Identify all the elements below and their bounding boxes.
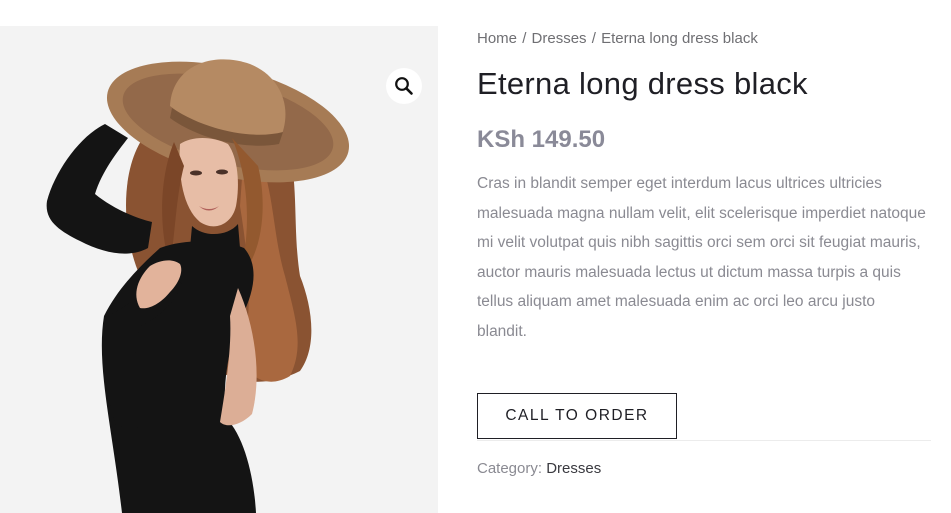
breadcrumb: Home / Dresses / Eterna long dress black bbox=[477, 30, 758, 47]
zoom-button[interactable] bbox=[386, 68, 422, 104]
product-category: Category: Dresses bbox=[477, 460, 601, 477]
divider bbox=[477, 440, 931, 441]
breadcrumb-home-link[interactable]: Home bbox=[477, 30, 517, 47]
eye-left-shape bbox=[190, 170, 202, 176]
breadcrumb-current: Eterna long dress black bbox=[601, 30, 758, 47]
eye-right-shape bbox=[216, 169, 228, 175]
breadcrumb-separator: / bbox=[591, 30, 601, 47]
breadcrumb-separator: / bbox=[522, 30, 531, 47]
product-photo[interactable] bbox=[0, 26, 438, 513]
product-image-gallery bbox=[0, 26, 438, 513]
category-label: Category: bbox=[477, 460, 547, 477]
magnifier-icon bbox=[395, 77, 413, 95]
product-page: Home / Dresses / Eterna long dress black… bbox=[0, 0, 951, 513]
product-price: KSh 149.50 bbox=[477, 126, 606, 153]
category-link[interactable]: Dresses bbox=[546, 460, 601, 477]
breadcrumb-dresses-link[interactable]: Dresses bbox=[532, 30, 587, 47]
call-to-order-button[interactable]: CALL TO ORDER bbox=[477, 393, 677, 439]
product-description: Cras in blandit semper eget interdum lac… bbox=[477, 175, 926, 340]
product-title: Eterna long dress black bbox=[477, 66, 808, 101]
